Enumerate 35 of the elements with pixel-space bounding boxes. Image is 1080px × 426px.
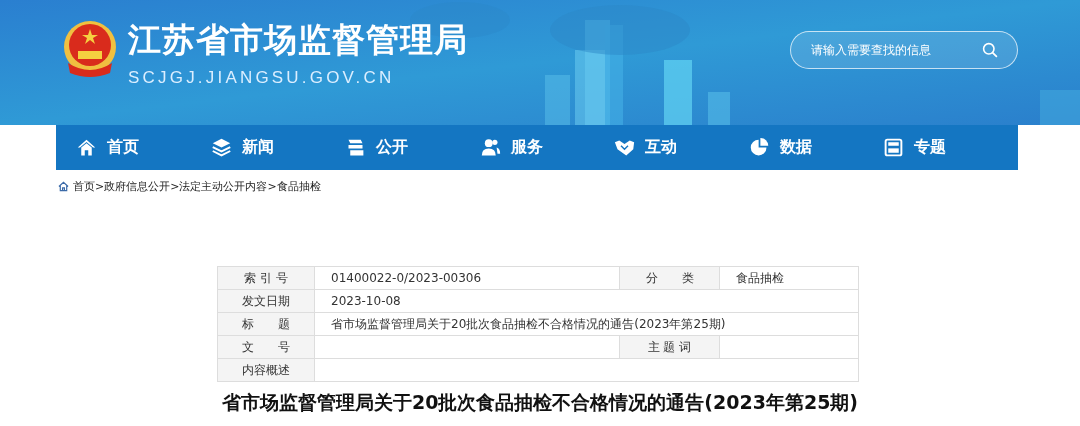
field-value: 食品抽检	[719, 266, 859, 290]
field-label: 内容概述	[217, 358, 315, 382]
breadcrumb-link[interactable]: 法定主动公开内容	[179, 178, 268, 194]
panel-icon	[883, 137, 905, 158]
nav-item[interactable]: 数据	[748, 125, 884, 170]
breadcrumb-link[interactable]: 政府信息公开	[104, 178, 171, 194]
nav-item[interactable]: 公开	[345, 125, 480, 170]
field-label: 文 号	[217, 335, 315, 359]
search-icon[interactable]	[982, 42, 998, 58]
nav-item[interactable]: 专题	[883, 125, 1019, 170]
layers-icon	[210, 137, 232, 158]
nav-item[interactable]: 首页	[76, 125, 211, 170]
people-icon	[479, 137, 501, 158]
breadcrumb-link[interactable]: 食品抽检	[276, 178, 321, 194]
field-label: 索 引 号	[217, 266, 315, 290]
nav-item[interactable]: 新闻	[210, 125, 346, 170]
field-label: 发文日期	[217, 289, 315, 313]
home-icon	[76, 137, 97, 158]
home-icon	[58, 180, 69, 192]
nav-item[interactable]: 互动	[614, 125, 749, 170]
field-label: 分 类	[619, 266, 720, 290]
site-domain: SCJGJ.JIANGSU.GOV.CN	[128, 68, 396, 88]
article-title: 省市场监督管理局关于20批次食品抽检不合格情况的通告(2023年第25期)	[220, 390, 860, 415]
search-field[interactable]: 请输入需要查找的信息	[790, 31, 1018, 69]
site-title: 江苏省市场监督管理局	[128, 19, 468, 61]
nav-item[interactable]: 服务	[479, 125, 615, 170]
field-value: 01400022-0/2023-00306	[314, 266, 620, 290]
pie-chart-icon	[748, 137, 770, 158]
breadcrumb-separator: >	[170, 179, 180, 193]
breadcrumb-separator: >	[95, 179, 105, 193]
breadcrumb-link[interactable]: 首页	[73, 178, 95, 194]
field-label: 标 题	[217, 312, 315, 336]
field-value: 2023-10-08	[314, 289, 859, 313]
field-value: 省市场监督管理局关于20批次食品抽检不合格情况的通告(2023年第25期)	[314, 312, 859, 336]
breadcrumb-separator: >	[267, 179, 277, 193]
